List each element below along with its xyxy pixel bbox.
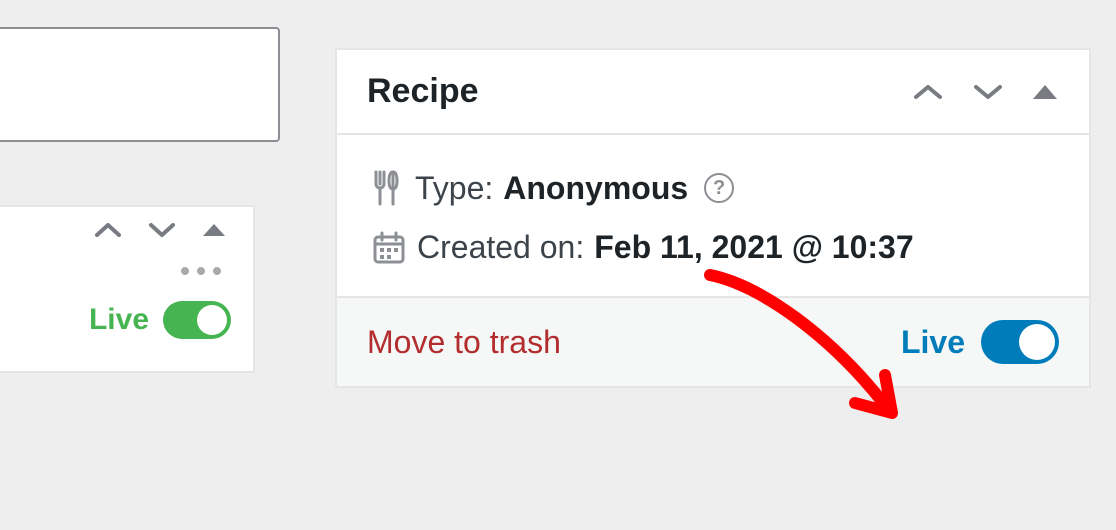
recipe-live-toggle[interactable] (981, 320, 1059, 364)
created-value: Feb 11, 2021 @ 10:37 (594, 229, 913, 266)
left-live-label: Live (89, 303, 149, 337)
move-to-trash-button[interactable]: Move to trash (367, 324, 561, 361)
recipe-created-row: Created on: Feb 11, 2021 @ 10:37 (371, 229, 1055, 266)
utensils-icon (371, 169, 405, 207)
chevron-down-icon[interactable] (147, 221, 177, 239)
left-live-toggle[interactable] (163, 301, 231, 339)
left-cropped-panel (0, 27, 280, 142)
created-label: Created on: (417, 229, 584, 266)
help-icon[interactable]: ? (704, 173, 734, 203)
chevron-up-icon[interactable] (911, 82, 945, 102)
recipe-panel-body: Type: Anonymous ? Created on: Feb 11, 20… (337, 135, 1089, 296)
recipe-type-row: Type: Anonymous ? (371, 169, 1055, 207)
ellipsis-icon[interactable] (0, 261, 253, 275)
caret-up-icon[interactable] (201, 221, 227, 239)
chevron-down-icon[interactable] (971, 82, 1005, 102)
left-mini-panel-controls (0, 207, 253, 261)
recipe-panel-controls (911, 82, 1059, 102)
recipe-live-label: Live (901, 324, 965, 361)
left-mini-panel: Live (0, 205, 255, 373)
caret-up-icon[interactable] (1031, 82, 1059, 102)
recipe-panel: Recipe Type: Anonymous ? (335, 48, 1091, 388)
recipe-panel-header: Recipe (337, 50, 1089, 135)
recipe-live-group: Live (901, 320, 1059, 364)
left-live-row: Live (0, 275, 253, 371)
calendar-icon (371, 230, 407, 266)
recipe-panel-footer: Move to trash Live (337, 296, 1089, 386)
recipe-panel-title: Recipe (367, 72, 479, 111)
chevron-up-icon[interactable] (93, 221, 123, 239)
type-value: Anonymous (503, 170, 688, 207)
type-label: Type: (415, 170, 493, 207)
